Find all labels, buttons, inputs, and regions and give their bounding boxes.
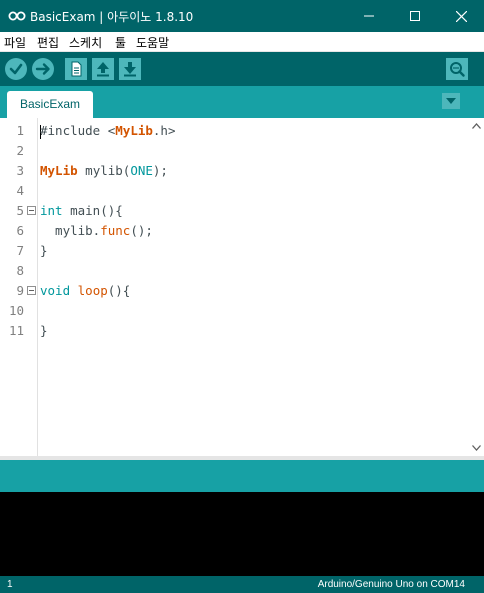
code-editor[interactable]: 1 2 3 4 5 6 7 8 9 10 11 #include <MyLib.… bbox=[0, 118, 484, 456]
open-icon bbox=[97, 62, 109, 77]
code-line: void loop(){ bbox=[40, 283, 131, 298]
code-line: } bbox=[40, 243, 48, 258]
tab-menu-button[interactable] bbox=[442, 93, 460, 109]
arduino-logo-icon bbox=[8, 11, 26, 21]
close-icon bbox=[455, 10, 467, 22]
chevron-down-icon bbox=[446, 98, 456, 104]
code-line: mylib.func(); bbox=[40, 223, 153, 238]
line-number: 8 bbox=[16, 263, 24, 278]
scroll-up-button[interactable] bbox=[468, 118, 484, 134]
line-number: 3 bbox=[16, 163, 24, 178]
save-icon bbox=[124, 62, 136, 77]
minimize-icon bbox=[364, 15, 374, 17]
serial-monitor-button[interactable] bbox=[446, 58, 468, 80]
scroll-down-button[interactable] bbox=[468, 440, 484, 456]
verify-icon bbox=[9, 63, 23, 75]
title-bar: BasicExam | 아두이노 1.8.10 bbox=[0, 0, 484, 32]
tab-basicexam[interactable]: BasicExam bbox=[7, 91, 93, 118]
open-button[interactable] bbox=[92, 58, 114, 80]
upload-icon bbox=[35, 63, 50, 75]
console-output[interactable] bbox=[0, 492, 484, 576]
line-number: 1 bbox=[16, 123, 24, 138]
new-icon bbox=[71, 61, 82, 77]
board-port-label: Arduino/Genuino Uno on COM14 bbox=[317, 579, 465, 590]
code-line: #include <MyLib.h> bbox=[40, 123, 176, 139]
upload-button[interactable] bbox=[32, 58, 54, 80]
line-number: 2 bbox=[16, 143, 24, 158]
code-line: } bbox=[40, 323, 48, 338]
code-line: int main(){ bbox=[40, 203, 123, 218]
maximize-icon bbox=[410, 11, 420, 21]
message-bar bbox=[0, 460, 484, 492]
line-number: 6 bbox=[16, 223, 24, 238]
line-number: 5 bbox=[16, 203, 24, 218]
line-number: 4 bbox=[16, 183, 24, 198]
line-number: 7 bbox=[16, 243, 24, 258]
verify-button[interactable] bbox=[5, 58, 27, 80]
menu-edit[interactable]: 편집 bbox=[37, 34, 59, 51]
fold-toggle-icon[interactable] bbox=[27, 286, 36, 295]
code-line: MyLib mylib(ONE); bbox=[40, 163, 168, 178]
chevron-up-icon bbox=[471, 123, 481, 129]
save-button[interactable] bbox=[119, 58, 141, 80]
toolbar bbox=[0, 52, 484, 86]
tab-bar: BasicExam bbox=[0, 86, 484, 118]
line-number: 11 bbox=[8, 323, 24, 338]
fold-toggle-icon[interactable] bbox=[27, 206, 36, 215]
chevron-down-icon bbox=[471, 445, 481, 451]
maximize-button[interactable] bbox=[392, 0, 438, 32]
menu-file[interactable]: 파일 bbox=[4, 34, 26, 51]
menu-tools[interactable]: 툴 bbox=[115, 34, 126, 51]
serial-monitor-icon bbox=[450, 62, 465, 77]
window-title: BasicExam | 아두이노 1.8.10 bbox=[30, 10, 194, 24]
new-button[interactable] bbox=[65, 58, 87, 80]
menu-sketch[interactable]: 스케치 bbox=[69, 34, 102, 51]
vertical-scrollbar[interactable] bbox=[468, 118, 484, 456]
minimize-button[interactable] bbox=[346, 0, 392, 32]
menu-help[interactable]: 도움말 bbox=[136, 34, 169, 51]
cursor-line-number: 1 bbox=[7, 579, 13, 590]
line-number-gutter: 1 2 3 4 5 6 7 8 9 10 11 bbox=[0, 118, 38, 456]
line-number: 10 bbox=[8, 303, 24, 318]
status-bar: 1 Arduino/Genuino Uno on COM14 bbox=[0, 576, 484, 593]
close-button[interactable] bbox=[438, 0, 484, 32]
line-number: 9 bbox=[16, 283, 24, 298]
menu-bar: 파일 편집 스케치 툴 도움말 bbox=[0, 32, 484, 52]
